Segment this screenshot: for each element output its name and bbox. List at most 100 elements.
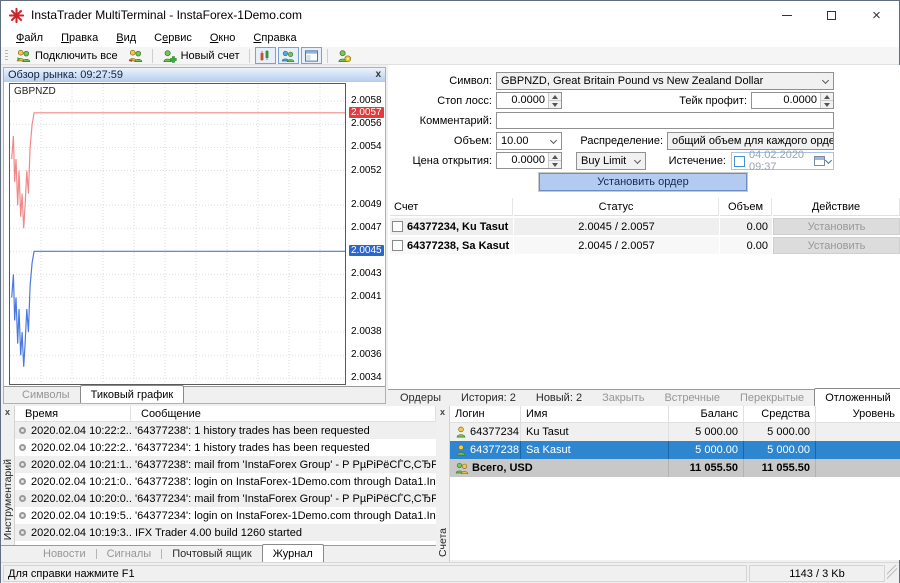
account-row[interactable]: 64377234 Ku Tasut 5 000.00 5 000.00: [450, 423, 900, 441]
column-header-equity[interactable]: Средства: [744, 406, 816, 422]
tick-chart-plot[interactable]: GBPNZD: [9, 83, 346, 385]
column-header-message[interactable]: Сообщение: [131, 406, 436, 421]
person-gear-icon: [337, 49, 352, 63]
price-tick: 2.0043: [351, 268, 382, 279]
menu-edit[interactable]: Правка: [52, 31, 107, 45]
column-header-login[interactable]: Логин: [450, 406, 521, 422]
tab-tick-chart[interactable]: Тиковый график: [80, 385, 185, 403]
table-row-account-cell[interactable]: 64377238, Sa Kasut: [390, 237, 513, 254]
tab-overlapped[interactable]: Перекрытые: [730, 390, 814, 406]
chevron-down-icon[interactable]: [825, 156, 832, 163]
symbol-select[interactable]: GBPNZD, Great Britain Pound vs New Zeala…: [496, 72, 834, 90]
table-row-account-cell[interactable]: 64377234, Ku Tasut: [390, 218, 513, 235]
new-account-button[interactable]: Новый счет: [158, 47, 244, 64]
tab-new[interactable]: Новый: 2: [526, 390, 592, 406]
column-header-time[interactable]: Время: [15, 406, 131, 421]
window-controls: ×: [764, 1, 899, 29]
account-row-selected[interactable]: 64377238 Sa Kasut 5 000.00 5 000.00: [450, 441, 900, 459]
take-profit-stepper[interactable]: 0.0000: [751, 92, 834, 109]
tab-history[interactable]: История: 2: [451, 390, 526, 406]
distribution-select[interactable]: общий объем для каждого ордера: [667, 132, 834, 150]
log-time: 2020.02.04 10:21:0...: [31, 476, 131, 488]
log-message: '64377234': login on InstaForex-1Demo.co…: [131, 510, 436, 522]
tab-pending[interactable]: Отложенный: [814, 388, 900, 406]
journal-row[interactable]: 2020.02.04 10:21:1...'64377238': mail fr…: [15, 456, 436, 473]
stop-loss-stepper[interactable]: 0.0000: [496, 92, 562, 109]
row-checkbox[interactable]: [392, 221, 403, 232]
toolbox-toggle-button[interactable]: [301, 47, 322, 64]
tab-journal[interactable]: Журнал: [262, 544, 324, 562]
menu-bar: Файл Правка Вид Сервис Окно Справка: [1, 29, 899, 47]
column-header-action[interactable]: Действие: [773, 198, 900, 216]
spinner-buttons[interactable]: [548, 93, 561, 108]
disconnect-all-button[interactable]: [124, 47, 147, 64]
set-order-button[interactable]: Установить: [773, 237, 900, 254]
volume-select[interactable]: 10.00: [496, 132, 562, 150]
log-time: 2020.02.04 10:20:0...: [31, 493, 131, 505]
tab-orders[interactable]: Ордеры: [390, 390, 451, 406]
column-header-status[interactable]: Статус: [514, 198, 719, 216]
market-watch-header[interactable]: Обзор рынка: 09:27:59 x: [4, 68, 385, 82]
column-header-level[interactable]: Уровень: [816, 406, 900, 422]
connect-all-button[interactable]: Подключить все: [12, 47, 122, 64]
resize-grip[interactable]: [887, 565, 897, 582]
calendar-icon[interactable]: [814, 156, 825, 166]
chevron-down-icon[interactable]: [818, 73, 833, 89]
journal-row[interactable]: 2020.02.04 10:20:0...'64377234': mail fr…: [15, 490, 436, 507]
open-price-value[interactable]: 0.0000: [497, 153, 548, 168]
take-profit-value[interactable]: 0.0000: [752, 93, 820, 108]
order-type-value: Buy Limit: [581, 155, 626, 167]
minimize-button[interactable]: [764, 1, 809, 29]
toolbox-close-icon[interactable]: x: [5, 407, 10, 417]
place-order-button[interactable]: Установить ордер: [539, 173, 747, 191]
accounts-close-icon[interactable]: x: [440, 407, 445, 417]
tab-counter[interactable]: Встречные: [654, 390, 730, 406]
expert-settings-button[interactable]: [333, 47, 356, 64]
market-watch-close-icon[interactable]: x: [375, 70, 381, 80]
log-message: '64377234': 1 history trades has been re…: [131, 442, 436, 454]
comment-input[interactable]: [496, 112, 834, 129]
menu-file[interactable]: Файл: [7, 31, 52, 45]
menu-window[interactable]: Окно: [201, 31, 245, 45]
expiration-checkbox[interactable]: [734, 156, 745, 167]
column-header-account[interactable]: Счет: [390, 198, 513, 216]
maximize-button[interactable]: [809, 1, 854, 29]
app-window: { "window": { "title": "InstaTrader Mult…: [0, 0, 900, 583]
order-panel: Символ: GBPNZD, Great Britain Pound vs N…: [388, 65, 900, 406]
stop-loss-value[interactable]: 0.0000: [497, 93, 548, 108]
accounts-view-toggle-button[interactable]: [278, 47, 299, 64]
journal-row[interactable]: 2020.02.04 10:21:0...'64377238': login o…: [15, 473, 436, 490]
menu-view[interactable]: Вид: [107, 31, 145, 45]
column-header-balance[interactable]: Баланс: [669, 406, 744, 422]
journal-row[interactable]: 2020.02.04 10:19:3...IFX Trader 4.00 bui…: [15, 524, 436, 541]
tab-signals[interactable]: Сигналы: [97, 546, 162, 562]
market-watch-toggle-button[interactable]: [255, 47, 276, 64]
tab-close[interactable]: Закрыть: [592, 390, 654, 406]
spinner-buttons[interactable]: [820, 93, 833, 108]
toolbar-grip[interactable]: [5, 50, 8, 62]
tab-news[interactable]: Новости: [33, 546, 96, 562]
set-order-button[interactable]: Установить: [773, 218, 900, 235]
journal-header: Время Сообщение: [15, 406, 436, 422]
column-header-name[interactable]: Имя: [521, 406, 669, 422]
price-tick: 2.0054: [351, 141, 382, 152]
journal-row[interactable]: 2020.02.04 10:19:5...'64377234': login o…: [15, 507, 436, 524]
open-price-stepper[interactable]: 0.0000: [496, 152, 562, 169]
people-disconnect-icon: [128, 49, 143, 62]
price-tick: 2.0056: [351, 118, 382, 129]
tab-mailbox[interactable]: Почтовый ящик: [162, 546, 261, 562]
journal-row[interactable]: 2020.02.04 10:22:2...'64377238': 1 histo…: [15, 422, 436, 439]
journal-row[interactable]: 2020.02.04 10:22:2...'64377234': 1 histo…: [15, 439, 436, 456]
menu-service[interactable]: Сервис: [145, 31, 201, 45]
account-login: 64377238: [470, 444, 519, 456]
row-checkbox[interactable]: [392, 240, 403, 251]
tab-symbols[interactable]: Символы: [12, 387, 80, 403]
close-button[interactable]: ×: [854, 1, 899, 29]
expiration-field[interactable]: 04.02.2020 09:37: [731, 152, 834, 170]
toolbar-separator: [327, 49, 328, 63]
column-header-volume[interactable]: Объем: [720, 198, 772, 216]
table-row-action-cell: Установить: [773, 218, 900, 235]
menu-help[interactable]: Справка: [244, 31, 305, 45]
price-tick: 2.0052: [351, 165, 382, 176]
spinner-buttons[interactable]: [548, 153, 561, 168]
